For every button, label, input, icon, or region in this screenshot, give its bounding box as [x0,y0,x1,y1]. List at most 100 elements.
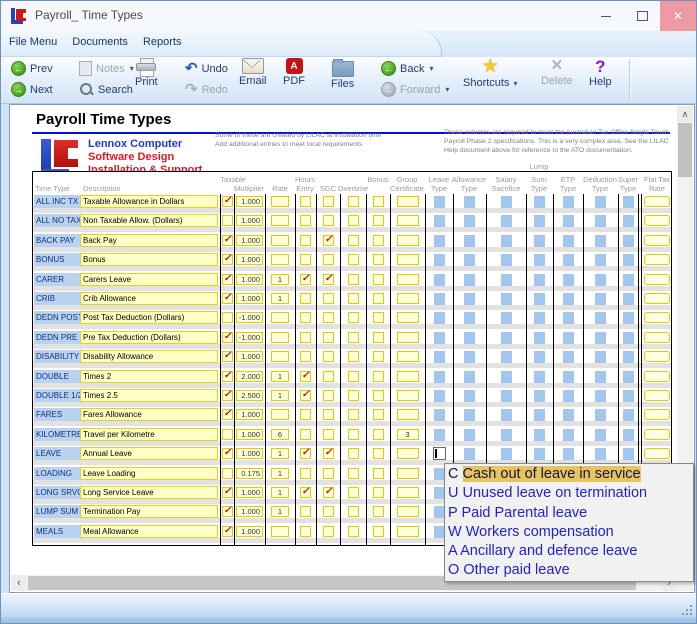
cell-leave_type[interactable] [434,468,445,480]
cell-salary_sacrifice[interactable] [501,390,512,402]
cell-hours_entry[interactable] [300,332,311,343]
cell-sgc[interactable] [323,215,334,226]
cell-time-type[interactable]: DEDN PRE [34,331,80,344]
cell-taxable[interactable] [222,312,233,323]
cell-time-type[interactable]: DOUBLE [34,370,80,383]
cell-group_certificate[interactable] [397,196,419,207]
menu-reports[interactable]: Reports [143,36,182,48]
cell-leave_type[interactable] [434,312,445,324]
cell-deduction_type[interactable] [595,215,606,227]
cell-overtime[interactable] [348,215,359,226]
cell-group_certificate[interactable] [397,254,419,265]
cell-taxable[interactable]: ✓ [222,235,233,246]
cell-hours_entry[interactable] [300,429,311,440]
cell-description[interactable]: Post Tax Deduction (Dollars) [80,311,218,324]
cell-deduction_type[interactable] [595,196,606,208]
cell-hours_entry[interactable]: ✓ [300,487,311,498]
cell-flat_tax_rate[interactable] [644,215,670,226]
cell-overtime[interactable] [348,371,359,382]
cell-allowance_type[interactable] [464,351,475,363]
cell-hours_entry[interactable]: ✓ [300,390,311,401]
cell-etp_type[interactable] [563,409,574,421]
cell-etp_type[interactable] [563,293,574,305]
cell-flat_tax_rate[interactable] [644,409,670,420]
cell-taxable[interactable]: ✓ [222,332,233,343]
cell-lump_sum_type[interactable] [534,371,545,383]
cell-time-type[interactable]: ALL NO TAX [34,214,80,227]
cell-allowance_type[interactable] [464,409,475,421]
cell-group_certificate[interactable] [397,274,419,285]
cell-hours_entry[interactable]: ✓ [300,274,311,285]
cell-rate[interactable] [271,332,289,343]
cell-etp_type[interactable] [563,429,574,441]
cell-sgc[interactable] [323,506,334,517]
cell-super_type[interactable] [623,312,634,324]
cell-deduction_type[interactable] [595,429,606,441]
cell-sgc[interactable]: ✓ [323,235,334,246]
cell-deduction_type[interactable] [595,371,606,383]
cell-group_certificate[interactable] [397,506,419,517]
popup-item[interactable]: U Unused leave on termination [448,484,690,503]
cell-multiplier[interactable]: 1.000 [236,274,263,285]
cell-taxable[interactable]: ✓ [222,274,233,285]
cell-etp_type[interactable] [563,254,574,266]
cell-sgc[interactable]: ✓ [323,448,334,459]
cell-salary_sacrifice[interactable] [501,332,512,344]
cell-sgc[interactable] [323,293,334,304]
cell-taxable[interactable]: ✓ [222,371,233,382]
cell-allowance_type[interactable] [464,215,475,227]
cell-etp_type[interactable] [563,196,574,208]
cell-etp_type[interactable] [563,448,574,460]
cell-group_certificate[interactable] [397,235,419,246]
cell-overtime[interactable] [348,468,359,479]
cell-allowance_type[interactable] [464,332,475,344]
cell-salary_sacrifice[interactable] [501,351,512,363]
cell-sgc[interactable] [323,312,334,323]
cell-deduction_type[interactable] [595,312,606,324]
cell-bonus[interactable] [373,215,384,226]
cell-bonus[interactable] [373,332,384,343]
cell-lump_sum_type[interactable] [534,293,545,305]
cell-multiplier[interactable]: 1.000 [236,409,263,420]
cell-leave_type[interactable] [434,429,445,441]
cell-flat_tax_rate[interactable] [644,196,670,207]
cell-flat_tax_rate[interactable] [644,235,670,246]
cell-time-type[interactable]: BONUS [34,253,80,266]
cell-taxable[interactable] [222,429,233,440]
cell-bonus[interactable] [373,429,384,440]
cell-salary_sacrifice[interactable] [501,215,512,227]
cell-overtime[interactable] [348,526,359,537]
cell-group_certificate[interactable] [397,312,419,323]
cell-sgc[interactable] [323,429,334,440]
cell-overtime[interactable] [348,409,359,420]
cell-leave-type-editing[interactable] [433,447,446,460]
cell-leave_type[interactable] [434,196,445,208]
cell-salary_sacrifice[interactable] [501,235,512,247]
scroll-up-icon[interactable]: ∧ [677,106,693,122]
cell-taxable[interactable]: ✓ [222,293,233,304]
cell-hours_entry[interactable]: ✓ [300,371,311,382]
cell-deduction_type[interactable] [595,332,606,344]
cell-overtime[interactable] [348,506,359,517]
cell-flat_tax_rate[interactable] [644,371,670,382]
menu-file[interactable]: File Menu [9,36,57,48]
cell-leave_type[interactable] [434,254,445,266]
cell-lump_sum_type[interactable] [534,235,545,247]
cell-sgc[interactable]: ✓ [323,487,334,498]
cell-leave_type[interactable] [434,371,445,383]
cell-hours_entry[interactable] [300,312,311,323]
cell-rate[interactable] [271,351,289,362]
cell-etp_type[interactable] [563,351,574,363]
cell-salary_sacrifice[interactable] [501,274,512,286]
cell-lump_sum_type[interactable] [534,390,545,402]
cell-time-type[interactable]: DOUBLE 1/2 [34,389,80,402]
cell-rate[interactable]: 1 [271,390,289,401]
cell-time-type[interactable]: DISABILITY [34,350,80,363]
cell-bonus[interactable] [373,371,384,382]
cell-sgc[interactable] [323,332,334,343]
cell-super_type[interactable] [623,409,634,421]
cell-multiplier[interactable]: 1.000 [236,487,263,498]
cell-deduction_type[interactable] [595,293,606,305]
undo-button[interactable]: ↶Undo [183,58,230,79]
cell-deduction_type[interactable] [595,448,606,460]
